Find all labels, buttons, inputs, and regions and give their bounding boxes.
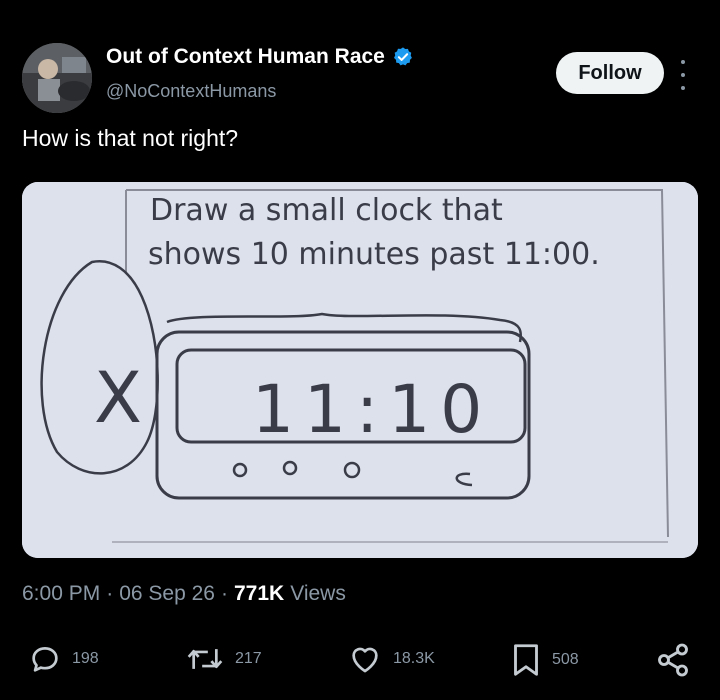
share-icon bbox=[658, 643, 688, 677]
tweet-text: How is that not right? bbox=[22, 125, 239, 151]
bookmark-button[interactable]: 508 bbox=[510, 642, 579, 678]
meta-separator: · bbox=[220, 582, 228, 605]
tweet-date[interactable]: 06 Sep 26 bbox=[119, 582, 215, 606]
worksheet-photo: Draw a small clock that shows 10 minutes… bbox=[22, 182, 698, 558]
repost-icon bbox=[187, 649, 223, 669]
meta-separator: · bbox=[106, 582, 114, 605]
bookmark-icon bbox=[514, 644, 538, 676]
more-icon[interactable] bbox=[676, 60, 690, 90]
reply-icon bbox=[32, 647, 58, 672]
views-count: 771K bbox=[233, 582, 285, 605]
grading-mark: X bbox=[94, 357, 142, 439]
like-icon bbox=[352, 647, 378, 673]
follow-button[interactable]: Follow bbox=[556, 52, 664, 94]
verified-badge-icon bbox=[392, 46, 414, 68]
reply-button[interactable]: 198 bbox=[28, 642, 99, 676]
author-name-row: Out of Context Human Race bbox=[106, 45, 414, 69]
action-bar: 198 217 18.3K 508 bbox=[0, 630, 720, 690]
avatar-image bbox=[22, 43, 92, 113]
author-name[interactable]: Out of Context Human Race bbox=[106, 45, 385, 69]
tweet-meta: 6:00 PM · 06 Sep 26 · 771K Views bbox=[22, 582, 346, 606]
share-button[interactable] bbox=[655, 642, 691, 678]
tweet-time[interactable]: 6:00 PM bbox=[22, 582, 100, 606]
author-handle[interactable]: @NoContextHumans bbox=[106, 81, 276, 102]
reply-count: 198 bbox=[72, 650, 99, 667]
like-count: 18.3K bbox=[393, 650, 435, 667]
views-label: Views bbox=[290, 582, 346, 605]
tweet-media[interactable]: Draw a small clock that shows 10 minutes… bbox=[22, 182, 698, 558]
like-button[interactable]: 18.3K bbox=[347, 642, 435, 676]
prompt-line-1: Draw a small clock that bbox=[150, 193, 503, 228]
repost-button[interactable]: 217 bbox=[185, 642, 262, 676]
bookmark-count: 508 bbox=[552, 651, 579, 668]
avatar[interactable] bbox=[22, 43, 92, 113]
repost-count: 217 bbox=[235, 650, 262, 667]
prompt-line-2: shows 10 minutes past 11:00. bbox=[148, 237, 600, 272]
clock-display: 11:10 bbox=[252, 371, 492, 448]
